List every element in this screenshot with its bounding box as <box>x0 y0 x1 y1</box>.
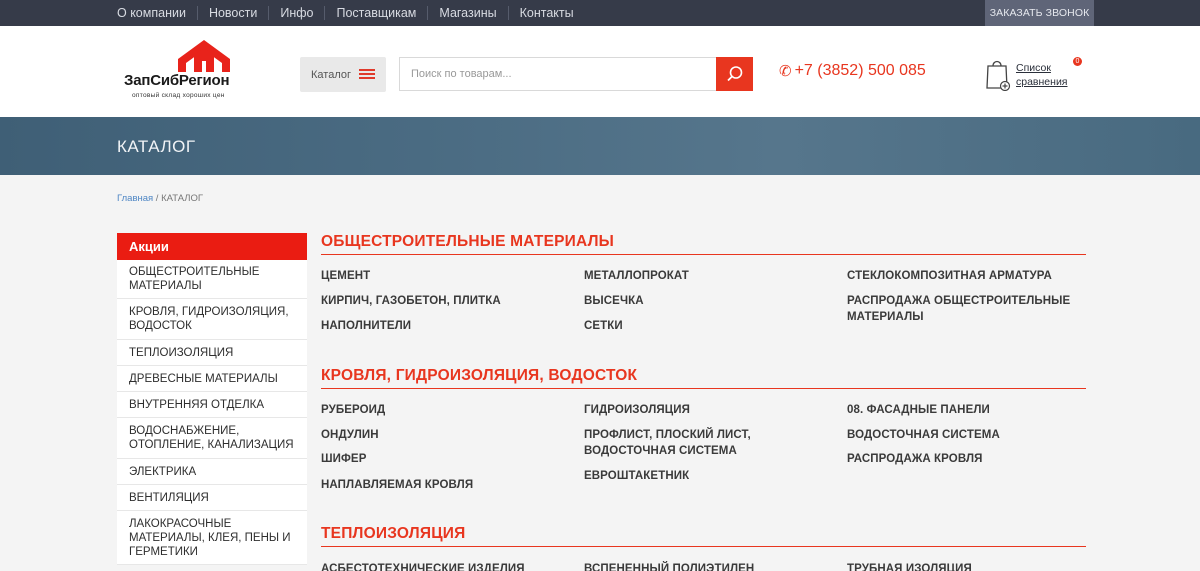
page-title: КАТАЛОГ <box>117 137 196 156</box>
category-link[interactable]: ТРУБНАЯ ИЗОЛЯЦИЯ <box>847 561 972 571</box>
category-link[interactable]: МЕТАЛЛОПРОКАТ <box>584 268 689 284</box>
category-link[interactable]: ВЫСЕЧКА <box>584 293 644 309</box>
nav-contacts[interactable]: Контакты <box>507 6 585 20</box>
section-title[interactable]: ТЕПЛОИЗОЛЯЦИЯ <box>321 525 465 543</box>
sidebar: Акции ОБЩЕСТРОИТЕЛЬНЫЕ МАТЕРИАЛЫ КРОВЛЯ,… <box>117 233 307 565</box>
section-divider <box>321 388 1086 389</box>
sidebar-item-general-construction[interactable]: ОБЩЕСТРОИТЕЛЬНЫЕ МАТЕРИАЛЫ <box>117 260 307 299</box>
category-link[interactable]: ГИДРОИЗОЛЯЦИЯ <box>584 402 690 418</box>
category-link[interactable]: ВСПЕНЕННЫЙ ПОЛИЭТИЛЕН <box>584 561 754 571</box>
compare-link[interactable]: Список сравнения <box>1016 61 1068 89</box>
nav-info[interactable]: Инфо <box>268 6 324 20</box>
nav-suppliers[interactable]: Поставщикам <box>324 6 427 20</box>
category-link[interactable]: ПРОФЛИСТ, ПЛОСКИЙ ЛИСТ, ВОДОСТОЧНАЯ СИСТ… <box>584 427 774 459</box>
phone[interactable]: ✆ +7 (3852) 500 085 <box>779 62 926 80</box>
logo[interactable]: ЗапСибРегион оптовый склад хороших цен <box>124 40 274 102</box>
sidebar-item-electrical[interactable]: ЭЛЕКТРИКА <box>117 459 307 485</box>
search-icon <box>726 66 742 82</box>
category-link[interactable]: АСБЕСТОТЕХНИЧЕСКИЕ ИЗДЕЛИЯ <box>321 561 525 571</box>
breadcrumb-current: КАТАЛОГ <box>161 193 204 204</box>
search-button[interactable] <box>716 57 753 91</box>
logo-house-icon <box>178 40 230 72</box>
compare-link-line2: сравнения <box>1016 76 1068 88</box>
category-link[interactable]: СТЕКЛОКОМПОЗИТНАЯ АРМАТУРА <box>847 268 1052 284</box>
category-link[interactable]: КИРПИЧ, ГАЗОБЕТОН, ПЛИТКА <box>321 293 501 309</box>
category-link[interactable]: НАПОЛНИТЕЛИ <box>321 318 411 334</box>
compare-bag-icon[interactable] <box>985 57 1011 91</box>
category-link[interactable]: ВОДОСТОЧНАЯ СИСТЕМА <box>847 427 1000 443</box>
sidebar-item-insulation[interactable]: ТЕПЛОИЗОЛЯЦИЯ <box>117 340 307 366</box>
nav-news[interactable]: Новости <box>196 6 268 20</box>
order-call-button[interactable]: ЗАКАЗАТЬ ЗВОНОК <box>985 0 1094 26</box>
compare-link-line1: Список <box>1016 62 1051 74</box>
logo-text: ЗапСибРегион <box>124 72 230 89</box>
sidebar-item-promotions[interactable]: Акции <box>117 233 307 260</box>
top-nav: О компании Новости Инфо Поставщикам Мага… <box>108 0 585 26</box>
catalog-button[interactable]: Каталог <box>300 57 386 92</box>
sidebar-item-ventilation[interactable]: ВЕНТИЛЯЦИЯ <box>117 485 307 511</box>
category-link[interactable]: РУБЕРОИД <box>321 402 385 418</box>
category-link[interactable]: ЕВРОШТАКЕТНИК <box>584 468 689 484</box>
section-divider <box>321 254 1086 255</box>
compare-count-badge: 0 <box>1073 57 1082 66</box>
sidebar-item-interior[interactable]: ВНУТРЕННЯЯ ОТДЕЛКА <box>117 392 307 418</box>
sidebar-item-plumbing[interactable]: ВОДОСНАБЖЕНИЕ, ОТОПЛЕНИЕ, КАНАЛИЗАЦИЯ <box>117 418 307 459</box>
section-title[interactable]: ОБЩЕСТРОИТЕЛЬНЫЕ МАТЕРИАЛЫ <box>321 233 614 251</box>
phone-number: +7 (3852) 500 085 <box>794 62 926 79</box>
section-title[interactable]: КРОВЛЯ, ГИДРОИЗОЛЯЦИЯ, ВОДОСТОК <box>321 367 637 385</box>
category-link[interactable]: ШИФЕР <box>321 451 366 467</box>
section-divider <box>321 546 1086 547</box>
sidebar-item-roofing[interactable]: КРОВЛЯ, ГИДРОИЗОЛЯЦИЯ, ВОДОСТОК <box>117 299 307 340</box>
category-link[interactable]: РАСПРОДАЖА ОБЩЕСТРОИТЕЛЬНЫЕ МАТЕРИАЛЫ <box>847 293 1077 325</box>
category-link[interactable]: ОНДУЛИН <box>321 427 379 443</box>
breadcrumb-separator: / <box>153 193 162 204</box>
category-link[interactable]: РАСПРОДАЖА КРОВЛЯ <box>847 451 983 467</box>
sidebar-item-wood[interactable]: ДРЕВЕСНЫЕ МАТЕРИАЛЫ <box>117 366 307 392</box>
breadcrumb-home[interactable]: Главная <box>117 193 153 204</box>
nav-about[interactable]: О компании <box>108 6 197 20</box>
category-link[interactable]: СЕТКИ <box>584 318 623 334</box>
logo-tagline: оптовый склад хороших цен <box>132 92 225 99</box>
category-link[interactable]: 08. ФАСАДНЫЕ ПАНЕЛИ <box>847 402 990 418</box>
breadcrumb: Главная / КАТАЛОГ <box>117 193 203 204</box>
phone-icon: ✆ <box>779 63 792 80</box>
search-input[interactable]: Поиск по товарам... <box>399 57 716 91</box>
sidebar-item-paints[interactable]: ЛАКОКРАСОЧНЫЕ МАТЕРИАЛЫ, КЛЕЯ, ПЕНЫ И ГЕ… <box>117 511 307 565</box>
category-link[interactable]: ЦЕМЕНТ <box>321 268 370 284</box>
category-link[interactable]: НАПЛАВЛЯЕМАЯ КРОВЛЯ <box>321 477 473 493</box>
nav-shops[interactable]: Магазины <box>427 6 507 20</box>
menu-icon <box>359 69 375 79</box>
catalog-button-label: Каталог <box>311 68 351 81</box>
